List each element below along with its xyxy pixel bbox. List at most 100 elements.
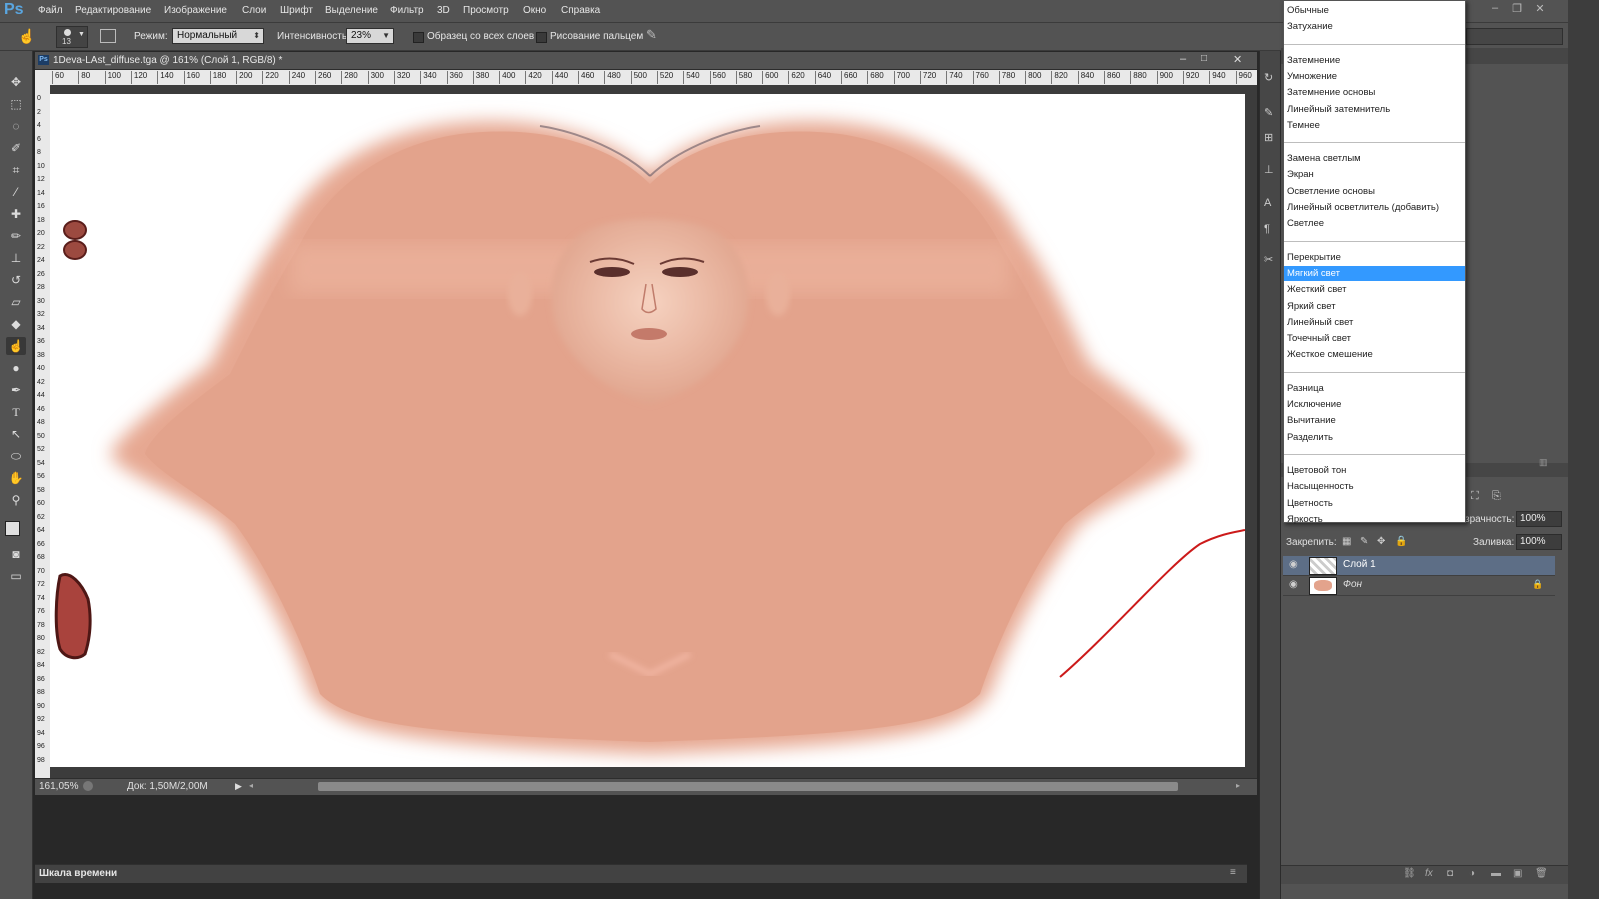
character-icon[interactable]: A bbox=[1264, 197, 1271, 209]
ellipse-tool-icon[interactable]: ⬭ bbox=[6, 447, 26, 465]
zoom-level[interactable]: 161,05% bbox=[39, 781, 78, 792]
pen-tool-icon[interactable]: ✒ bbox=[6, 381, 26, 399]
blend-mode-option[interactable]: Насыщенность bbox=[1284, 479, 1465, 494]
blend-mode-option[interactable]: Мягкий свет bbox=[1284, 265, 1465, 281]
link-layers-icon[interactable]: ⛓ bbox=[1403, 868, 1416, 879]
layer-row[interactable]: ◉ Фон 🔒 bbox=[1283, 576, 1555, 596]
layer-name[interactable]: Фон bbox=[1343, 579, 1362, 590]
blend-mode-option[interactable]: Затемнение основы bbox=[1284, 85, 1465, 100]
lock-image-icon[interactable]: ✎ bbox=[1360, 536, 1368, 547]
dodge-tool-icon[interactable]: ● bbox=[6, 359, 26, 377]
brush-settings-icon[interactable]: ✎ bbox=[1264, 106, 1273, 119]
blend-mode-option[interactable]: Осветление основы bbox=[1284, 184, 1465, 199]
menu-item[interactable]: Просмотр bbox=[463, 5, 509, 16]
history-icon[interactable]: ↻ bbox=[1264, 71, 1273, 84]
delete-layer-icon[interactable]: 🗑 bbox=[1535, 868, 1548, 879]
path-selection-tool-icon[interactable]: ↖ bbox=[6, 425, 26, 443]
pressure-icon[interactable]: ✎ bbox=[646, 27, 657, 43]
blend-mode-option[interactable]: Яркость bbox=[1284, 512, 1465, 527]
eraser-tool-icon[interactable]: ▱ bbox=[6, 293, 26, 311]
fill-field[interactable]: 100% bbox=[1516, 534, 1562, 550]
opacity-field[interactable]: 100% bbox=[1516, 511, 1562, 527]
crop-tool-icon[interactable]: ⌗ bbox=[6, 161, 26, 179]
visibility-eye-icon[interactable]: ◉ bbox=[1289, 579, 1298, 590]
blend-mode-option[interactable]: Перекрытие bbox=[1284, 250, 1465, 265]
quick-selection-tool-icon[interactable]: ✐ bbox=[6, 139, 26, 157]
artboard-icon[interactable]: ⎘ bbox=[1492, 490, 1501, 503]
layer-row[interactable]: ◉ Слой 1 bbox=[1283, 556, 1555, 576]
blend-mode-option[interactable]: Экран bbox=[1284, 167, 1465, 182]
marquee-tool-icon[interactable]: ⬚ bbox=[6, 95, 26, 113]
blend-mode-option[interactable]: Жесткий свет bbox=[1284, 282, 1465, 297]
blend-mode-option[interactable]: Линейный осветлитель (добавить) bbox=[1284, 200, 1465, 215]
smudge-tool-icon[interactable]: ☝ bbox=[18, 28, 35, 45]
menu-item[interactable]: Редактирование bbox=[75, 5, 151, 16]
scroll-left-icon[interactable]: ◂ bbox=[249, 781, 253, 790]
mode-dropdown[interactable]: Нормальный ⬍ bbox=[172, 28, 264, 44]
close-icon[interactable]: ✕ bbox=[1233, 53, 1242, 66]
tool-presets-icon[interactable]: ✂ bbox=[1264, 253, 1273, 266]
panel-menu-icon[interactable]: ≡ bbox=[1230, 867, 1236, 878]
quick-mask-icon[interactable]: ◙ bbox=[6, 545, 26, 563]
blend-mode-option[interactable]: Умножение bbox=[1284, 69, 1465, 84]
transform-icon[interactable]: ⛶ bbox=[1471, 490, 1479, 503]
document-tab[interactable]: Ps 1Deva-LAst_diffuse.tga @ 161% (Слой 1… bbox=[35, 52, 1257, 70]
strength-field[interactable]: 23% ▼ bbox=[346, 28, 394, 44]
screen-mode-icon[interactable]: ▭ bbox=[6, 567, 26, 585]
lock-transparent-icon[interactable]: ▦ bbox=[1342, 536, 1351, 547]
blend-mode-option[interactable]: Светлее bbox=[1284, 216, 1465, 231]
brush-tool-icon[interactable]: ✏ bbox=[6, 227, 26, 245]
hand-tool-icon[interactable]: ✋ bbox=[6, 469, 26, 487]
layer-name[interactable]: Слой 1 bbox=[1343, 559, 1376, 570]
blend-mode-list[interactable]: Обычные Затухание Затемнение Умножение Затем… bbox=[1283, 0, 1466, 525]
history-brush-tool-icon[interactable]: ↺ bbox=[6, 271, 26, 289]
sample-all-checkbox[interactable] bbox=[413, 32, 424, 43]
blend-mode-option[interactable]: Разделить bbox=[1284, 430, 1465, 445]
workspace-dropdown[interactable] bbox=[1466, 28, 1563, 45]
lasso-tool-icon[interactable]: ◌ bbox=[6, 117, 26, 135]
scroll-right-icon[interactable]: ▸ bbox=[1236, 781, 1240, 790]
paint-bucket-tool-icon[interactable]: ◆ bbox=[6, 315, 26, 333]
menu-item[interactable]: Справка bbox=[561, 5, 600, 16]
finger-paint-checkbox[interactable] bbox=[536, 32, 547, 43]
blend-mode-option[interactable]: Вычитание bbox=[1284, 413, 1465, 428]
image-canvas[interactable] bbox=[50, 94, 1245, 767]
blend-mode-option[interactable]: Обычные bbox=[1284, 3, 1465, 18]
horizontal-scrollbar[interactable] bbox=[318, 782, 1178, 791]
move-tool-icon[interactable]: ✥ bbox=[6, 73, 26, 91]
blend-mode-option[interactable]: Замена светлым bbox=[1284, 151, 1465, 166]
blend-mode-option[interactable]: Яркий свет bbox=[1284, 299, 1465, 314]
restore-icon[interactable]: ❐ bbox=[1507, 2, 1527, 16]
menu-item[interactable]: Окно bbox=[523, 5, 546, 16]
blend-mode-option[interactable]: Точечный свет bbox=[1284, 331, 1465, 346]
brush-presets-icon[interactable]: ⊞ bbox=[1264, 131, 1273, 144]
blend-mode-option[interactable]: Разница bbox=[1284, 381, 1465, 396]
blend-mode-option[interactable]: Затухание bbox=[1284, 19, 1465, 34]
menu-item[interactable]: Шрифт bbox=[280, 5, 313, 16]
fx-icon[interactable]: fx bbox=[1425, 868, 1433, 879]
status-menu-arrow-icon[interactable]: ▶ bbox=[235, 781, 242, 792]
smudge-tool-icon[interactable]: ☝ bbox=[6, 337, 26, 355]
paragraph-icon[interactable]: ¶ bbox=[1264, 223, 1270, 235]
healing-brush-tool-icon[interactable]: ✚ bbox=[6, 205, 26, 223]
lock-all-icon[interactable]: 🔒 bbox=[1395, 536, 1407, 547]
new-group-icon[interactable]: ▬ bbox=[1491, 868, 1501, 879]
menu-item[interactable]: Файл bbox=[38, 5, 63, 16]
maximize-icon[interactable]: □ bbox=[1201, 53, 1207, 64]
menu-item[interactable]: 3D bbox=[437, 5, 450, 16]
blend-mode-option[interactable]: Жесткое смешение bbox=[1284, 347, 1465, 362]
minimize-icon[interactable]: – bbox=[1180, 53, 1186, 65]
clone-stamp-tool-icon[interactable]: ⊥ bbox=[6, 249, 26, 267]
add-mask-icon[interactable]: ◘ bbox=[1447, 868, 1453, 879]
brush-preset-picker[interactable]: 13 ▼ bbox=[56, 26, 88, 48]
brush-panel-icon[interactable] bbox=[100, 29, 116, 43]
blend-mode-option[interactable]: Исключение bbox=[1284, 397, 1465, 412]
blend-mode-option[interactable]: Цветовой тон bbox=[1284, 463, 1465, 478]
minimize-icon[interactable]: – bbox=[1485, 2, 1505, 16]
blend-mode-option[interactable]: Затемнение bbox=[1284, 53, 1465, 68]
close-icon[interactable]: ✕ bbox=[1530, 2, 1550, 16]
trash-icon[interactable]: ▥ bbox=[1539, 457, 1548, 468]
visibility-eye-icon[interactable]: ◉ bbox=[1289, 559, 1298, 570]
menu-item[interactable]: Изображение bbox=[164, 5, 227, 16]
zoom-tool-icon[interactable]: ⚲ bbox=[6, 491, 26, 509]
